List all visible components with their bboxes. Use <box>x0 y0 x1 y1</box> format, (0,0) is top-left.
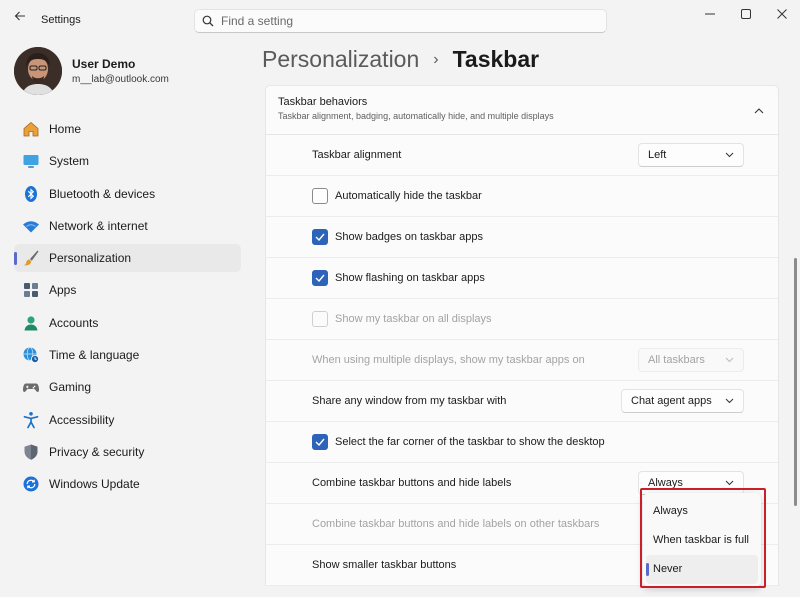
row-share-window: Share any window from my taskbar with Ch… <box>265 381 779 422</box>
sidebar-item-apps[interactable]: Apps <box>14 276 241 304</box>
combine-buttons-value: Always <box>648 477 683 489</box>
checkmark-icon <box>315 274 325 282</box>
row-taskbar-alignment: Taskbar alignment Left <box>265 135 779 176</box>
update-icon <box>21 474 41 494</box>
globe-clock-icon <box>21 345 41 365</box>
shield-icon <box>21 442 41 462</box>
close-button[interactable] <box>764 0 800 28</box>
search-input[interactable] <box>221 14 591 28</box>
row-multi-display-apps: When using multiple displays, show my ta… <box>265 340 779 381</box>
home-icon <box>21 119 41 139</box>
combine-buttons-label: Combine taskbar buttons and hide labels <box>312 477 512 489</box>
controller-icon <box>21 377 41 397</box>
title-bar: Settings <box>0 0 800 33</box>
menu-option-always[interactable]: Always <box>643 496 761 525</box>
profile-name: User Demo <box>72 57 136 71</box>
scrollbar-thumb[interactable] <box>794 258 797 506</box>
breadcrumb: Personalization › Taskbar <box>262 46 539 73</box>
far-corner-checkbox[interactable] <box>312 434 328 450</box>
breadcrumb-separator: › <box>433 50 439 68</box>
all-displays-label: Show my taskbar on all displays <box>335 313 492 325</box>
row-badges[interactable]: Show badges on taskbar apps <box>265 217 779 258</box>
sidebar-item-accounts[interactable]: Accounts <box>14 309 241 337</box>
brush-icon <box>21 248 41 268</box>
profile-email: m__lab@outlook.com <box>72 74 169 85</box>
badges-checkbox[interactable] <box>312 229 328 245</box>
app-title: Settings <box>41 14 81 26</box>
combine-buttons-dropdown[interactable]: Always <box>638 471 744 495</box>
sidebar-item-accessibility[interactable]: Accessibility <box>14 406 241 434</box>
section-title: Taskbar behaviors <box>278 96 368 108</box>
sidebar-item-privacy-security[interactable]: Privacy & security <box>14 438 241 466</box>
sidebar-item-windows-update[interactable]: Windows Update <box>14 470 241 498</box>
person-icon <box>21 313 41 333</box>
auto-hide-checkbox[interactable] <box>312 188 328 204</box>
share-window-dropdown[interactable]: Chat agent apps <box>621 389 744 413</box>
multi-display-apps-dropdown: All taskbars <box>638 348 744 372</box>
back-button[interactable] <box>10 6 30 26</box>
bluetooth-icon <box>21 184 41 204</box>
smaller-buttons-label: Show smaller taskbar buttons <box>312 559 457 571</box>
auto-hide-label: Automatically hide the taskbar <box>335 190 482 202</box>
apps-icon <box>21 280 41 300</box>
row-flashing[interactable]: Show flashing on taskbar apps <box>265 258 779 299</box>
monitor-icon <box>21 151 41 171</box>
flashing-label: Show flashing on taskbar apps <box>335 272 485 284</box>
page-title: Taskbar <box>452 46 540 72</box>
section-header-taskbar-behaviors[interactable]: Taskbar behaviors Taskbar alignment, bad… <box>265 85 779 135</box>
checkmark-icon <box>315 233 325 241</box>
far-corner-label: Select the far corner of the taskbar to … <box>335 436 605 448</box>
taskbar-alignment-label: Taskbar alignment <box>312 149 402 161</box>
minimize-button[interactable] <box>692 0 728 28</box>
flashing-checkbox[interactable] <box>312 270 328 286</box>
badges-label: Show badges on taskbar apps <box>335 231 483 243</box>
back-arrow-icon <box>14 11 25 21</box>
combine-buttons-menu: Always When taskbar is full Never <box>643 493 761 587</box>
row-all-displays: Show my taskbar on all displays <box>265 299 779 340</box>
chevron-up-icon[interactable] <box>754 103 764 117</box>
sidebar-item-home[interactable]: Home <box>14 115 241 143</box>
avatar <box>14 47 62 95</box>
chevron-down-icon <box>725 398 734 404</box>
user-profile[interactable]: User Demo m__lab@outlook.com <box>14 47 169 95</box>
share-window-label: Share any window from my taskbar with <box>312 395 507 407</box>
share-window-value: Chat agent apps <box>631 395 712 407</box>
taskbar-alignment-value: Left <box>648 149 667 161</box>
menu-option-when-full[interactable]: When taskbar is full <box>643 525 761 554</box>
multi-display-apps-value: All taskbars <box>648 354 705 366</box>
sidebar-item-time-language[interactable]: Time & language <box>14 341 241 369</box>
taskbar-alignment-dropdown[interactable]: Left <box>638 143 744 167</box>
accessibility-icon <box>21 410 41 430</box>
sidebar-item-bluetooth[interactable]: Bluetooth & devices <box>14 180 241 208</box>
close-icon <box>777 9 787 19</box>
search-icon <box>195 15 221 27</box>
chevron-down-icon <box>725 152 734 158</box>
section-subtitle: Taskbar alignment, badging, automaticall… <box>278 111 554 121</box>
sidebar-item-personalization[interactable]: Personalization <box>14 244 241 273</box>
multi-display-apps-label: When using multiple displays, show my ta… <box>312 354 585 366</box>
minimize-icon <box>705 13 715 15</box>
row-auto-hide[interactable]: Automatically hide the taskbar <box>265 176 779 217</box>
sidebar-item-system[interactable]: System <box>14 147 241 175</box>
maximize-icon <box>741 9 751 19</box>
combine-other-taskbars-label: Combine taskbar buttons and hide labels … <box>312 518 600 530</box>
chevron-down-icon <box>725 357 734 363</box>
wifi-icon <box>21 216 41 236</box>
breadcrumb-parent[interactable]: Personalization <box>262 46 419 73</box>
checkmark-icon <box>315 438 325 446</box>
chevron-down-icon <box>725 480 734 486</box>
sidebar-item-network[interactable]: Network & internet <box>14 212 241 240</box>
window-controls <box>692 0 800 28</box>
sidebar-item-gaming[interactable]: Gaming <box>14 373 241 401</box>
all-displays-checkbox <box>312 311 328 327</box>
menu-option-never[interactable]: Never <box>646 554 758 584</box>
search-box[interactable] <box>194 9 607 33</box>
maximize-button[interactable] <box>728 0 764 28</box>
sidebar-nav: Home System Bluetooth & devices Network … <box>14 115 241 503</box>
row-far-corner[interactable]: Select the far corner of the taskbar to … <box>265 422 779 463</box>
